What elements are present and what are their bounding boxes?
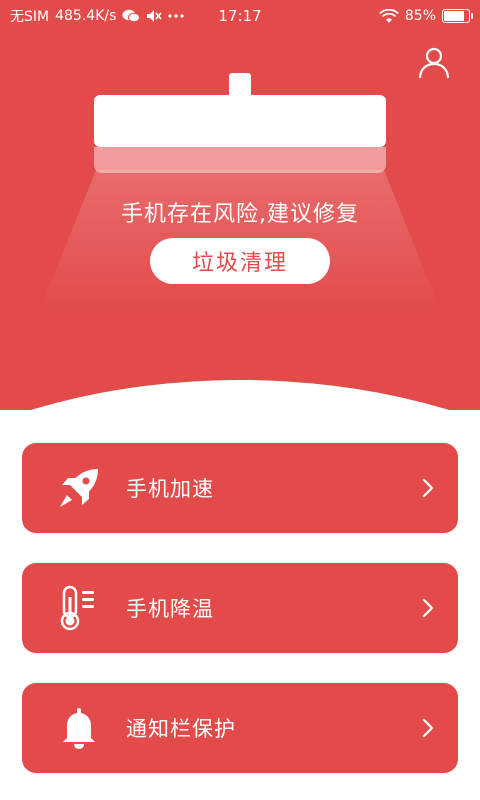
user-profile-button[interactable] <box>416 44 452 80</box>
chevron-right-icon <box>422 478 434 498</box>
battery-icon <box>442 9 473 23</box>
wifi-icon <box>379 8 399 23</box>
wechat-icon <box>122 9 141 23</box>
battery-fill <box>444 11 465 21</box>
feature-card-speedup[interactable]: 手机加速 <box>22 443 458 533</box>
feature-label-cooldown: 手机降温 <box>126 597 214 621</box>
chevron-right-icon <box>422 598 434 618</box>
user-icon <box>418 47 450 79</box>
status-time: 17:17 <box>218 7 262 25</box>
junk-clean-button[interactable]: 垃圾清理 <box>150 238 330 284</box>
cleaner-head <box>94 95 386 147</box>
feature-card-notification[interactable]: 通知栏保护 <box>22 683 458 773</box>
feature-label-speedup: 手机加速 <box>126 477 214 501</box>
more-icon <box>168 14 184 18</box>
status-bar: 无SIM 485.4K/s 17:17 85% <box>0 0 480 32</box>
cleaner-band <box>94 147 386 173</box>
thermometer-icon <box>54 583 104 633</box>
screen: 无SIM 485.4K/s 17:17 85% 手机存在风险,建议修复 垃圾清理… <box>0 0 480 800</box>
mute-icon <box>147 10 163 22</box>
bell-icon <box>54 703 104 753</box>
network-speed: 485.4K/s <box>55 8 117 24</box>
battery-percent: 85% <box>404 8 436 24</box>
rocket-icon <box>54 463 104 513</box>
chevron-right-icon <box>422 718 434 738</box>
carrier-label: 无SIM <box>10 9 50 25</box>
feature-label-notification: 通知栏保护 <box>126 717 236 741</box>
feature-card-cooldown[interactable]: 手机降温 <box>22 563 458 653</box>
risk-message: 手机存在风险,建议修复 <box>121 202 359 227</box>
